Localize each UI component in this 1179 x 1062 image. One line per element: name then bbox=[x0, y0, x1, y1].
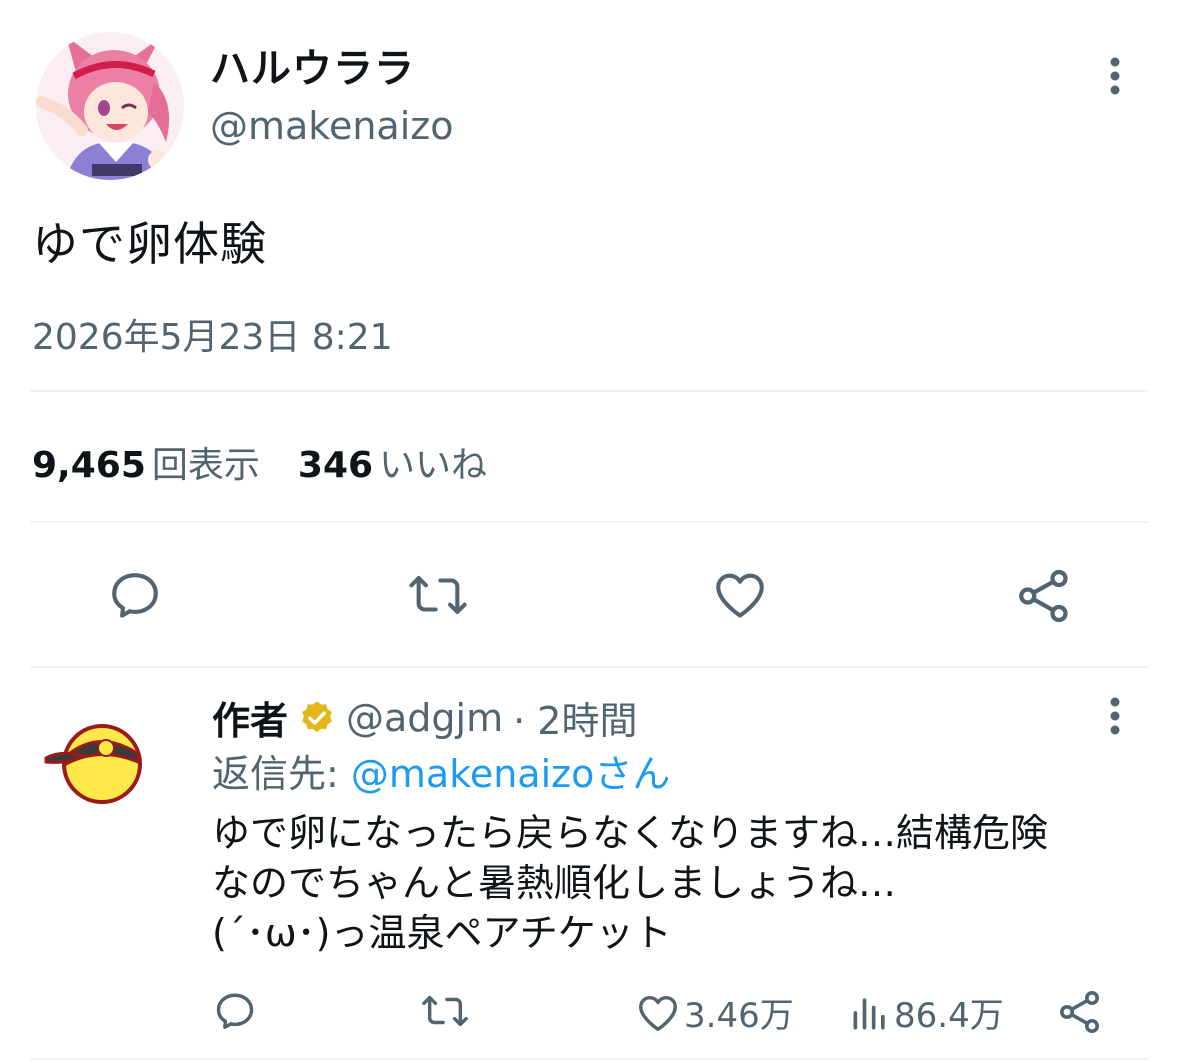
retweet-icon bbox=[420, 988, 470, 1034]
divider bbox=[30, 1058, 1148, 1060]
avatar-character-illustration bbox=[36, 32, 184, 180]
replying-prefix: 返信先: bbox=[212, 752, 351, 796]
reply-text: ゆで卵になったら戻らなくなりますね…結構危険 なのでちゃんと暑熱順化しましょうね… bbox=[212, 808, 1152, 958]
reply-icon[interactable] bbox=[106, 566, 164, 624]
tweet-text: ゆで卵体験 bbox=[32, 217, 267, 271]
reply-icon bbox=[212, 988, 258, 1034]
reply-author-handle[interactable]: @adgjm bbox=[346, 696, 503, 740]
share-icon bbox=[1056, 988, 1104, 1036]
reply-more-options-icon[interactable] bbox=[1100, 696, 1130, 736]
likes-stat[interactable]: 346 いいね bbox=[298, 445, 487, 486]
heart-icon bbox=[634, 990, 682, 1036]
tweet-stats: 9,465 回表示 346 いいね bbox=[32, 436, 487, 488]
more-options-icon[interactable] bbox=[1100, 56, 1130, 96]
replying-to: 返信先: @makenaizoさん bbox=[212, 743, 670, 798]
share-icon[interactable] bbox=[1014, 566, 1074, 626]
retweet-icon[interactable] bbox=[406, 566, 470, 624]
reply-view-count: 86.4万 bbox=[894, 996, 1004, 1036]
reply-share-button[interactable] bbox=[1056, 988, 1104, 1036]
likes-label: いいね bbox=[379, 445, 488, 486]
reply-time[interactable]: · 2時間 bbox=[513, 690, 637, 745]
reply-author-display-name[interactable]: 作者 bbox=[212, 690, 288, 745]
views-label: 回表示 bbox=[151, 445, 260, 486]
reply-retweet-button[interactable] bbox=[420, 988, 470, 1034]
divider bbox=[30, 666, 1148, 668]
verified-badge-icon bbox=[298, 699, 336, 737]
reply-views-button[interactable]: 86.4万 bbox=[848, 988, 1004, 1037]
bar-chart-icon bbox=[848, 990, 892, 1036]
divider bbox=[30, 521, 1148, 523]
cap-avatar-illustration bbox=[44, 724, 142, 804]
author-handle[interactable]: @makenaizo bbox=[210, 104, 453, 148]
views-count: 9,465 bbox=[32, 445, 146, 486]
reply-like-button[interactable]: 3.46万 bbox=[634, 988, 794, 1037]
views-stat[interactable]: 9,465 回表示 bbox=[32, 445, 260, 486]
reply-header: 作者 @adgjm · 2時間 bbox=[212, 690, 637, 745]
reply-author-avatar[interactable] bbox=[40, 706, 148, 814]
replying-to-link[interactable]: @makenaizoさん bbox=[351, 752, 670, 796]
author-avatar[interactable] bbox=[36, 32, 184, 180]
divider bbox=[30, 390, 1148, 392]
heart-icon[interactable] bbox=[710, 566, 770, 624]
likes-count: 346 bbox=[297, 445, 374, 486]
reply-text-line: なのでちゃんと暑熱順化しましょうね… bbox=[212, 861, 897, 905]
author-display-name[interactable]: ハルウララ bbox=[210, 36, 415, 94]
reply-reply-button[interactable] bbox=[212, 988, 258, 1034]
reply-like-count: 3.46万 bbox=[684, 996, 794, 1036]
tweet-timestamp[interactable]: 2026年5月23日 8:21 bbox=[32, 308, 393, 360]
reply-text-line: ゆで卵になったら戻らなくなりますね…結構危険 bbox=[212, 811, 1049, 855]
reply-text-line: (´･ω･)っ温泉ペアチケット bbox=[212, 911, 672, 955]
